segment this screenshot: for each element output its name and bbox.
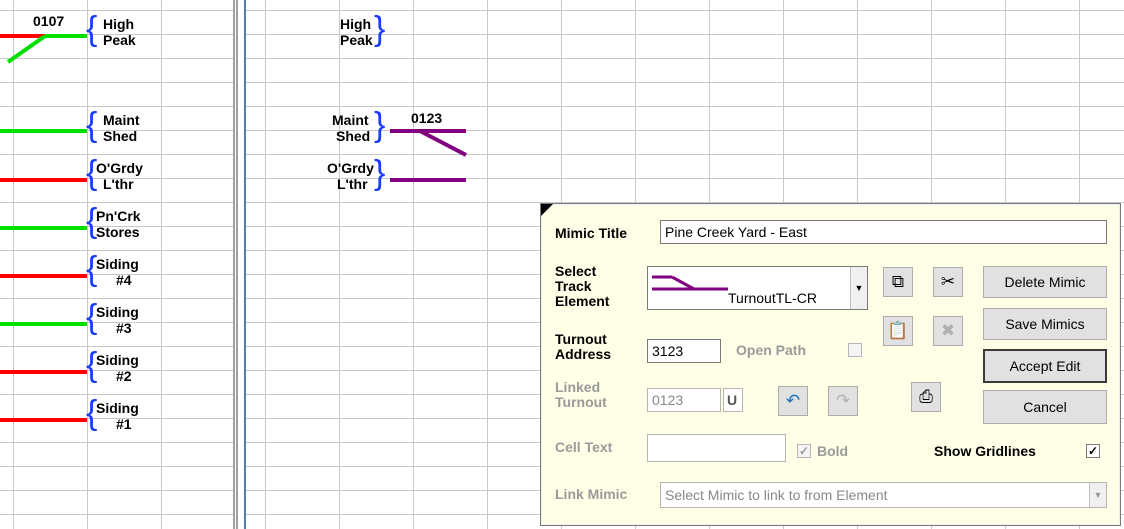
label-line-1: Pn'Crk xyxy=(96,208,141,224)
redo-icon[interactable]: ↷ xyxy=(828,386,858,416)
label-line-2: L'thr xyxy=(103,176,134,192)
label-line-2: Shed xyxy=(103,128,138,144)
brace-icon: } xyxy=(374,154,386,192)
label-line-2: Stores xyxy=(96,224,140,240)
track-clear-diagonal xyxy=(6,34,47,64)
label-line-2: #4 xyxy=(116,272,132,288)
select-track-label: Select Track Element xyxy=(555,263,610,309)
label-line-2: #2 xyxy=(116,368,132,384)
turnout-number-0123: 0123 xyxy=(411,110,443,126)
label-line-2: Peak xyxy=(340,32,373,48)
accept-edit-button[interactable]: Accept Edit xyxy=(983,349,1107,383)
label-line-2: Peak xyxy=(103,32,136,48)
brace-icon: } xyxy=(374,10,386,48)
delete-element-icon[interactable]: ✖ xyxy=(933,316,963,346)
bold-label: Bold xyxy=(817,443,849,459)
turnout-address-label: Turnout Address xyxy=(555,331,612,362)
label-line-2: Shed xyxy=(336,128,371,144)
dialog-corner-marker xyxy=(541,204,553,216)
mimic-edit-dialog: Mimic Title Pine Creek Yard - East Selec… xyxy=(540,203,1121,526)
label-line-1: Maint xyxy=(103,112,140,128)
linked-turnout-input[interactable]: 0123 xyxy=(647,388,721,412)
link-mimic-label: Link Mimic xyxy=(555,486,628,502)
cancel-button[interactable]: Cancel xyxy=(983,390,1107,424)
link-mimic-placeholder: Select Mimic to link to from Element xyxy=(665,487,888,503)
turnout-address-input[interactable]: 3123 xyxy=(647,339,721,363)
save-mimics-button[interactable]: Save Mimics xyxy=(983,308,1107,340)
open-path-checkbox[interactable] xyxy=(848,343,862,357)
brace-icon: { xyxy=(86,106,98,144)
label-line-1: O'Grdy xyxy=(327,160,374,176)
copy-icon[interactable]: ⧉ xyxy=(883,267,913,297)
label-line-1: Maint xyxy=(332,112,369,128)
label-line-1: Siding xyxy=(96,304,139,320)
brace-icon: { xyxy=(86,10,98,48)
show-gridlines-checkbox[interactable]: ✓ xyxy=(1086,444,1100,458)
cut-icon[interactable]: ✂ xyxy=(933,267,963,297)
label-line-1: High xyxy=(103,16,135,32)
show-gridlines-label: Show Gridlines xyxy=(934,443,1036,459)
bold-checkbox[interactable]: ✓ xyxy=(797,444,811,458)
label-line-1: Siding xyxy=(96,256,139,272)
dropdown-arrow-icon[interactable]: ▼ xyxy=(850,267,867,309)
label-line-2: L'thr xyxy=(337,176,368,192)
cell-text-input[interactable] xyxy=(647,434,786,462)
dropdown-arrow-icon[interactable]: ▼ xyxy=(1089,483,1106,507)
mimic-title-label: Mimic Title xyxy=(555,225,628,241)
undo-icon[interactable]: ↶ xyxy=(778,386,808,416)
print-icon[interactable]: ⎙ xyxy=(911,382,941,412)
track-element-value: TurnoutTL-CR xyxy=(728,290,817,306)
label-line-1: High xyxy=(340,16,372,32)
track-selected-diagonal xyxy=(419,129,467,157)
delete-mimic-button[interactable]: Delete Mimic xyxy=(983,266,1107,298)
label-line-1: O'Grdy xyxy=(96,160,143,176)
label-line-1: Siding xyxy=(96,400,139,416)
label-line-2: #3 xyxy=(116,320,132,336)
label-line-2: #1 xyxy=(116,416,132,432)
paste-icon[interactable]: 📋 xyxy=(883,316,913,346)
link-mimic-dropdown[interactable]: Select Mimic to link to from Element ▼ xyxy=(660,482,1107,508)
label-line-1: Siding xyxy=(96,352,139,368)
open-path-label: Open Path xyxy=(736,342,807,358)
turnout-number-0107: 0107 xyxy=(33,13,65,29)
select-track-element-dropdown[interactable]: TurnoutTL-CR ▼ xyxy=(647,266,868,310)
linked-turnout-label: Linked Turnout xyxy=(555,379,607,410)
mimic-title-input[interactable]: Pine Creek Yard - East xyxy=(660,220,1107,244)
brace-icon: } xyxy=(374,106,386,144)
linked-turnout-flag: U xyxy=(723,388,743,412)
cell-text-label: Cell Text xyxy=(555,439,613,455)
